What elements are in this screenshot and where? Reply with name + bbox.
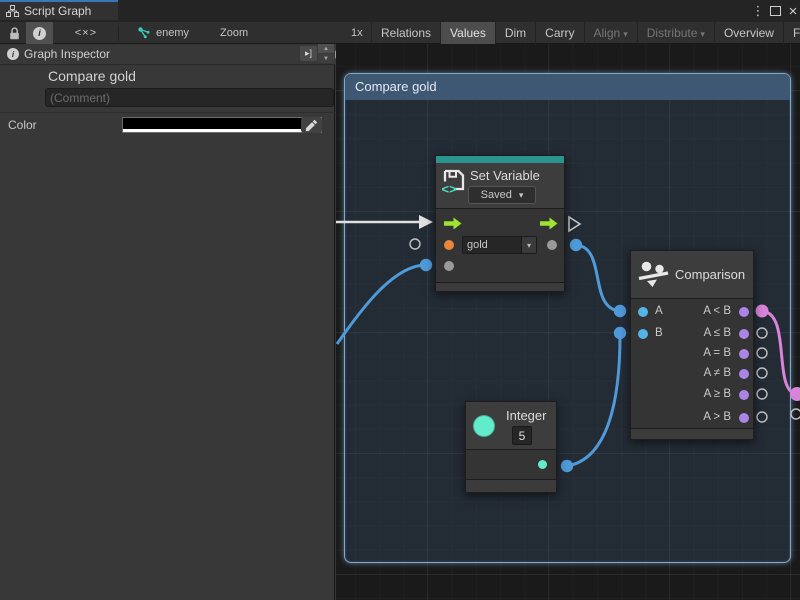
color-swatch[interactable] xyxy=(122,117,322,133)
integer-icon xyxy=(473,415,495,437)
integer-value-field[interactable]: 5 xyxy=(512,426,532,445)
distribute-button[interactable]: Distribute▾ xyxy=(637,22,714,44)
window-maximize-icon[interactable] xyxy=(766,0,784,22)
graph-reference-label[interactable]: enemy xyxy=(156,22,189,44)
toolbar: i <×> enemy Zoom 1x Relations Values Dim… xyxy=(0,22,800,44)
node-footer xyxy=(466,479,556,492)
window-menu-icon[interactable]: ⋮ xyxy=(749,0,767,22)
unity-script-graph-window: Script Graph ⋮ × i <×> enemy xyxy=(0,0,800,600)
output-notequal-port[interactable] xyxy=(739,369,749,379)
carry-button[interactable]: Carry xyxy=(535,22,583,44)
dropdown-caret-icon: ▾ xyxy=(700,29,705,39)
section-divider xyxy=(0,112,335,113)
window-close-icon[interactable]: × xyxy=(784,0,800,22)
toolbar-buttons: Relations Values Dim Carry Align▾ Distri… xyxy=(371,22,800,44)
eyedropper-icon xyxy=(305,119,318,132)
script-graph-icon xyxy=(6,5,19,17)
variable-value-port[interactable] xyxy=(444,261,454,271)
lock-button[interactable] xyxy=(3,22,25,44)
dropdown-caret-icon: ▾ xyxy=(623,29,628,39)
alpha-strip xyxy=(123,129,321,132)
flow-out-port[interactable] xyxy=(540,217,558,230)
eyedropper-button[interactable] xyxy=(301,117,322,133)
dock-panel-button[interactable]: ▸] xyxy=(300,46,317,61)
tab-script-graph[interactable]: Script Graph xyxy=(0,0,118,20)
lock-icon xyxy=(9,27,20,40)
variable-kind-bar xyxy=(436,156,564,163)
zoom-label: Zoom xyxy=(220,22,248,44)
input-a-label: A xyxy=(655,305,663,317)
integer-output-port[interactable] xyxy=(538,460,547,469)
svg-text:<>: <> xyxy=(442,182,458,196)
dim-button[interactable]: Dim xyxy=(495,22,535,44)
variable-name-port[interactable] xyxy=(444,240,454,250)
tab-label: Script Graph xyxy=(24,4,91,18)
dropdown-caret-icon: ▾ xyxy=(521,237,536,253)
dropdown-caret-icon: ▾ xyxy=(519,190,524,201)
comment-input[interactable] xyxy=(45,88,334,107)
inspector-toggle-button[interactable]: i xyxy=(26,22,53,44)
group-header[interactable]: Compare gold xyxy=(345,74,790,100)
maximize-glyph xyxy=(770,6,781,16)
output-label-notequal: A ≠ B xyxy=(704,367,731,379)
comparison-icon xyxy=(638,260,670,288)
scroll-up-button[interactable]: ▲ xyxy=(318,44,334,53)
set-variable-icon: <> xyxy=(441,168,468,195)
node-title: Comparison xyxy=(675,267,745,282)
output-greater-port[interactable] xyxy=(739,413,749,423)
output-less-port[interactable] xyxy=(739,307,749,317)
align-button[interactable]: Align▾ xyxy=(584,22,637,44)
output-label-less: A < B xyxy=(703,305,731,317)
output-equal-port[interactable] xyxy=(739,349,749,359)
graph-reference-icon xyxy=(136,22,152,44)
zoom-value: 1x xyxy=(351,22,363,44)
color-field-label: Color xyxy=(8,118,37,132)
input-b-label: B xyxy=(655,327,663,339)
scroll-down-button[interactable]: ▼ xyxy=(318,54,334,63)
graph-title-text[interactable]: Compare gold xyxy=(48,68,136,84)
node-title: Integer xyxy=(506,408,546,423)
node-footer xyxy=(631,428,753,439)
info-icon: i xyxy=(33,27,46,40)
input-a-port[interactable] xyxy=(638,307,648,317)
node-footer xyxy=(436,282,564,291)
info-icon: i xyxy=(7,48,19,60)
relations-button[interactable]: Relations xyxy=(371,22,440,44)
code-view-button[interactable]: <×> xyxy=(68,22,104,44)
output-lessequal-port[interactable] xyxy=(739,329,749,339)
node-title: Set Variable xyxy=(470,168,540,183)
inspector-header: i Graph Inspector ▸] ▲ ▼ xyxy=(0,44,335,65)
flow-in-port[interactable] xyxy=(444,217,462,230)
overview-button[interactable]: Overview xyxy=(714,22,783,44)
input-b-port[interactable] xyxy=(638,329,648,339)
variable-scope-dropdown[interactable]: Saved▾ xyxy=(468,186,536,204)
graph-inspector-panel: i Graph Inspector ▸] ▲ ▼ Compare gold Co… xyxy=(0,44,335,600)
inspector-header-title: Graph Inspector xyxy=(24,47,110,61)
fullscreen-button[interactable]: Full Screen xyxy=(783,22,800,44)
toolbar-separator xyxy=(118,25,119,41)
node-integer[interactable]: Integer 5 xyxy=(465,401,557,493)
node-comparison[interactable]: Comparison A B A < B A ≤ B A = B A ≠ B A… xyxy=(630,250,754,440)
window-titlebar: Script Graph ⋮ × xyxy=(0,0,800,22)
output-label-equal: A = B xyxy=(703,347,731,359)
variable-output-port[interactable] xyxy=(547,240,557,250)
output-label-greater: A > B xyxy=(703,411,731,423)
node-set-variable[interactable]: <> Set Variable Saved▾ gold ▾ xyxy=(435,155,565,292)
code-icon: <×> xyxy=(75,27,97,39)
output-label-greaterequal: A ≥ B xyxy=(704,388,731,400)
values-button[interactable]: Values xyxy=(440,22,495,44)
variable-name-dropdown[interactable]: gold ▾ xyxy=(462,236,537,254)
output-greaterequal-port[interactable] xyxy=(739,390,749,400)
output-label-lessequal: A ≤ B xyxy=(704,327,731,339)
